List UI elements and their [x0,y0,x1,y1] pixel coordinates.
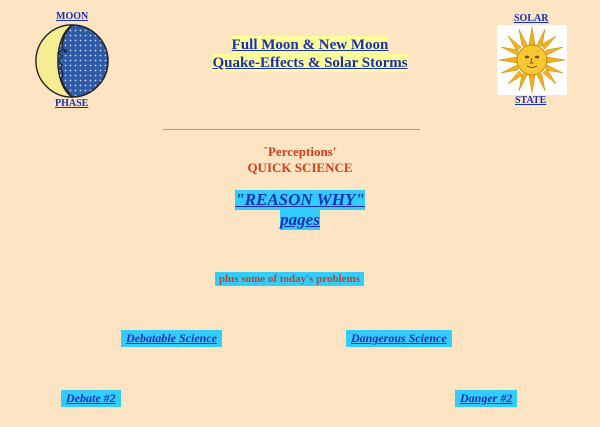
dangerous-science-link[interactable]: Dangerous Science [346,330,452,347]
debate-2-link[interactable]: Debate #2 [61,390,121,407]
solar-state-link-top[interactable]: SOLAR [514,13,548,24]
danger-2-link[interactable]: Danger #2 [455,390,518,407]
todays-problems-note: plus some of today's problems [215,272,364,286]
reason-why-pages[interactable]: pages [280,210,320,230]
title-link-quake-solar[interactable]: Quake-Effects & Solar Storms [212,54,408,72]
moon-phase-link-top[interactable]: MOON [56,11,88,22]
crescent-moon-face-icon[interactable] [33,23,111,99]
sun-face-icon[interactable] [497,25,567,95]
quick-science-label: QUICK SCIENCE [247,160,353,175]
debatable-science-link[interactable]: Debatable Science [121,330,222,347]
reason-why-title[interactable]: "REASON WHY" [235,190,365,210]
solar-state-link-bottom[interactable]: STATE [515,95,546,106]
section-heading: `Perceptions' QUICK SCIENCE [0,144,600,176]
perceptions-label: `Perceptions' [263,144,337,159]
moon-phase-link-bottom[interactable]: PHASE [55,98,88,109]
horizontal-divider [163,129,420,130]
title-link-moon[interactable]: Full Moon & New Moon [231,36,389,54]
page-title: Full Moon & New Moon Quake-Effects & Sol… [200,36,420,72]
reason-why-link[interactable]: "REASON WHY" pages [0,190,600,230]
